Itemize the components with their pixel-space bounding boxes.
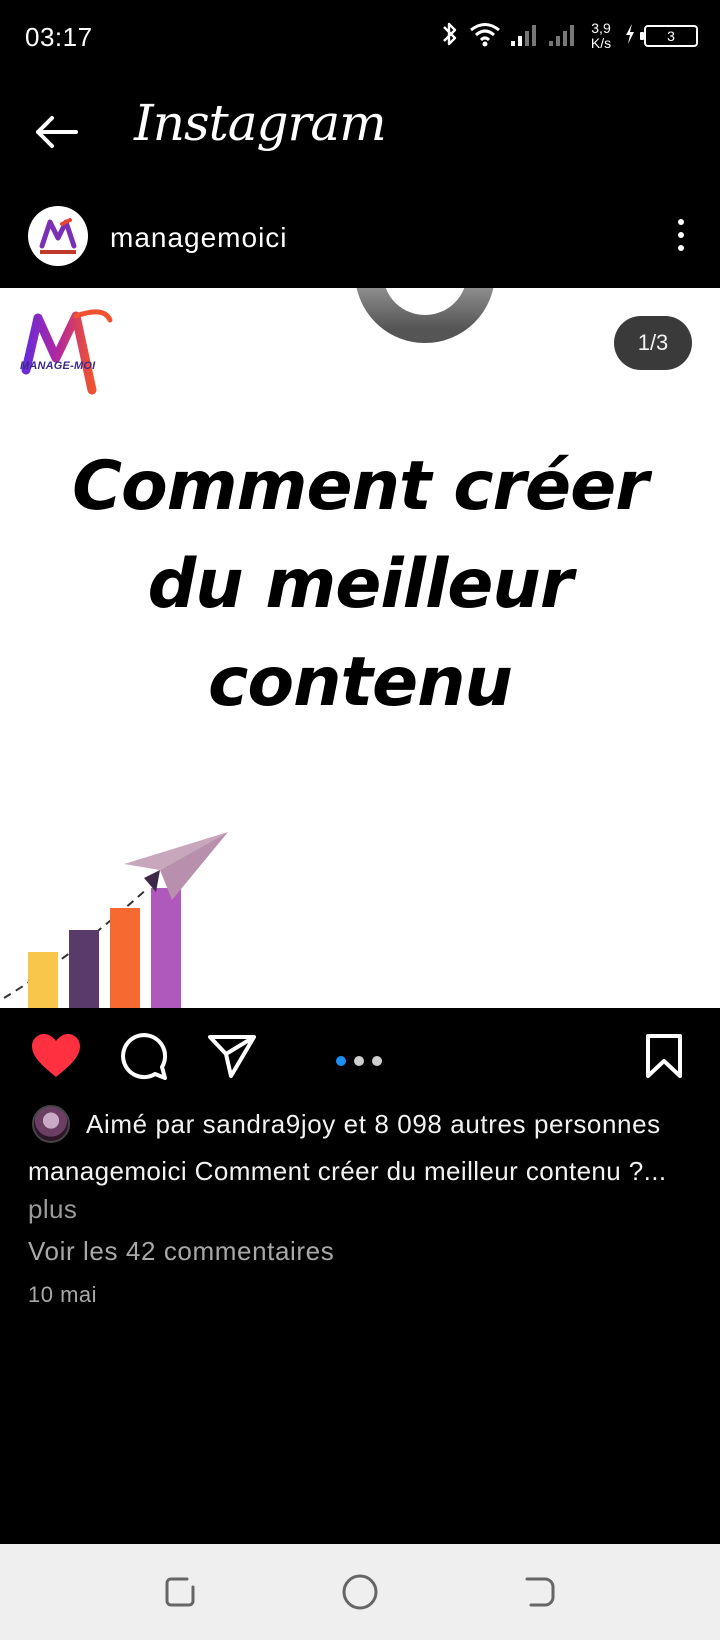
arrow-left-icon bbox=[36, 116, 78, 148]
brand-logo-text: MANAGE-MOI bbox=[20, 360, 96, 372]
headline-line: Comment créer bbox=[72, 447, 649, 526]
caption-text: Comment créer du meilleur contenu ?... bbox=[194, 1156, 667, 1186]
brand-logo: MANAGE-MOI bbox=[18, 300, 118, 404]
chart-bar bbox=[28, 952, 58, 1008]
post-headline: Comment créer du meilleur contenu bbox=[0, 438, 720, 732]
likes-text: Aimé par sandra9joy et 8 098 autres pers… bbox=[86, 1108, 661, 1139]
share-button[interactable] bbox=[204, 1028, 260, 1084]
wifi-icon bbox=[468, 21, 502, 52]
back-nav-icon bbox=[525, 1577, 555, 1607]
battery-icon: 3 bbox=[640, 25, 698, 47]
recent-apps-button[interactable] bbox=[156, 1568, 204, 1616]
likes-row[interactable]: Aimé par sandra9joy et 8 098 autres pers… bbox=[32, 1104, 661, 1144]
recent-apps-icon bbox=[165, 1577, 195, 1607]
caption-more-link[interactable]: plus bbox=[28, 1194, 77, 1224]
send-icon bbox=[208, 1035, 256, 1078]
post-date: 10 mai bbox=[28, 1282, 98, 1307]
bluetooth-icon bbox=[440, 20, 460, 53]
charging-icon bbox=[624, 23, 636, 50]
back-nav-button[interactable] bbox=[516, 1568, 564, 1616]
post-actions bbox=[0, 1008, 720, 1104]
carousel-dot-active bbox=[336, 1056, 346, 1066]
post-header: managemoici bbox=[0, 192, 720, 288]
heart-icon bbox=[32, 1034, 80, 1077]
post-username[interactable]: managemoici bbox=[110, 222, 288, 254]
comment-button[interactable] bbox=[116, 1028, 172, 1084]
home-icon bbox=[342, 1574, 378, 1610]
post-caption[interactable]: managemoici Comment créer du meilleur co… bbox=[28, 1152, 688, 1228]
chart-bar bbox=[151, 888, 181, 1008]
carousel-dot bbox=[372, 1056, 382, 1066]
dot bbox=[678, 219, 684, 225]
network-speed: 3,9 K/s bbox=[590, 20, 612, 51]
view-comments-link[interactable]: Voir les 42 commentaires bbox=[28, 1236, 334, 1267]
headline-line: du meilleur bbox=[147, 545, 574, 624]
system-nav-bar bbox=[0, 1544, 720, 1640]
back-button[interactable] bbox=[28, 104, 84, 160]
top-header: Instagram bbox=[0, 72, 720, 192]
save-button[interactable] bbox=[636, 1028, 692, 1084]
chart-bar bbox=[110, 908, 140, 1008]
avatar[interactable] bbox=[28, 206, 88, 266]
dot bbox=[678, 232, 684, 238]
bookmark-icon bbox=[646, 1034, 682, 1078]
carousel-dot bbox=[354, 1056, 364, 1066]
status-icons: 3,9 K/s 3 bbox=[440, 18, 698, 54]
growth-illustration bbox=[3, 832, 228, 1008]
instagram-logo-title: Instagram bbox=[134, 94, 387, 152]
post-image[interactable]: MANAGE-MOI 1/3 Comment créer du meilleur… bbox=[0, 288, 720, 1008]
like-button[interactable] bbox=[28, 1028, 84, 1084]
liker-avatar bbox=[32, 1105, 70, 1143]
carousel-counter: 1/3 bbox=[614, 316, 692, 370]
signal-icon bbox=[510, 21, 540, 52]
signal-icon-2 bbox=[548, 21, 578, 52]
status-time: 03:17 bbox=[25, 22, 93, 52]
caption-username[interactable]: managemoici bbox=[28, 1156, 187, 1186]
dot bbox=[678, 245, 684, 251]
carousel-dots bbox=[336, 1056, 382, 1066]
headline-line: contenu bbox=[208, 643, 513, 722]
home-button[interactable] bbox=[336, 1568, 384, 1616]
comment-icon bbox=[121, 1033, 168, 1080]
decorative-ring bbox=[356, 288, 494, 343]
status-bar: 03:17 3,9 K/s 3 bbox=[0, 0, 720, 72]
more-options-button[interactable] bbox=[666, 212, 696, 258]
chart-bar bbox=[69, 930, 99, 1008]
